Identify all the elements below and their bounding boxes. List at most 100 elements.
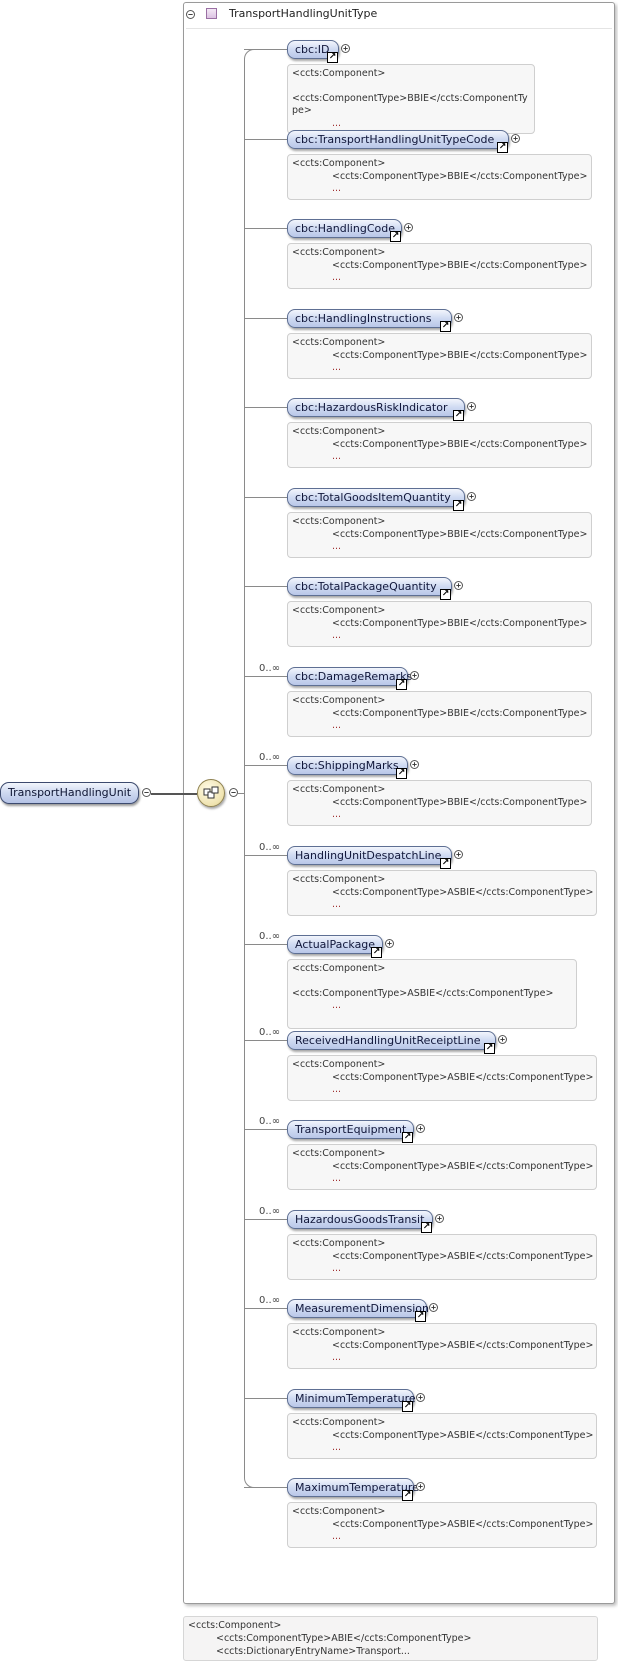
annotation-open-tag: <ccts:Component> [292,963,386,974]
element-annotation: <ccts:Component> <ccts:ComponentType>ASBI… [287,1502,597,1548]
arrow-link-icon[interactable]: ↗ [396,768,407,779]
plus-circle-icon[interactable]: + [404,223,413,232]
annotation-ellipsis: ... [332,117,342,129]
element-connector [244,586,287,587]
element-annotation: <ccts:Component> <ccts:ComponentType>BBIE… [287,64,535,134]
element-connector [244,1040,287,1041]
type-title: TransportHandlingUnitType [229,7,378,20]
arrow-link-icon[interactable]: ↗ [421,1222,432,1233]
annotation-component-type: <ccts:ComponentType>ASBIE</ccts:Componen… [332,1429,594,1441]
type-annotation-line-3: <ccts:DictionaryEntryName>Transport... [216,1646,410,1657]
annotation-open-tag: <ccts:Component> [292,426,386,437]
arrow-link-icon[interactable]: ↗ [497,142,508,153]
collapse-root-icon[interactable]: − [142,788,151,797]
element-handling-unit-despatch-line[interactable]: HandlingUnitDespatchLine [287,846,452,865]
annotation-spacer [292,976,572,988]
arrow-link-icon[interactable]: ↗ [453,500,464,511]
annotation-open-tag: <ccts:Component> [292,337,386,348]
annotation-ellipsis: ... [332,1084,342,1095]
arrow-link-icon[interactable]: ↗ [484,1043,495,1054]
annotation-component-type: <ccts:ComponentType>ASBIE</ccts:Componen… [332,886,594,898]
plus-circle-icon[interactable]: + [429,1303,438,1312]
arrow-link-icon[interactable]: ↗ [390,231,401,242]
root-element[interactable]: TransportHandlingUnit [0,782,140,804]
element-connector [244,407,287,408]
plus-circle-icon[interactable]: + [341,44,350,53]
plus-circle-icon[interactable]: + [385,939,394,948]
element-connector [244,944,287,945]
annotation-ellipsis: ... [332,1352,342,1363]
annotation-component-type: <ccts:ComponentType>BBIE</ccts:Component… [332,617,588,629]
plus-circle-icon[interactable]: + [416,1124,425,1133]
sequence-compositor-icon[interactable] [197,779,225,807]
element-connector [244,318,287,319]
element-hazardous-goods-transit[interactable]: HazardousGoodsTransit [287,1210,433,1229]
element-connector [244,1219,287,1220]
element-annotation: <ccts:Component> <ccts:ComponentType>ASBI… [287,870,597,916]
collapse-type-icon[interactable]: − [186,10,195,19]
element-connector [244,1129,287,1130]
element-received-handling-unit-receipt-line[interactable]: ReceivedHandlingUnitReceiptLine [287,1031,496,1050]
arrow-link-icon[interactable]: ↗ [415,1311,426,1322]
annotation-component-type: <ccts:ComponentType>BBIE</ccts:Component… [332,170,588,182]
annotation-ellipsis: ... [332,720,342,731]
annotation-ellipsis: ... [332,1173,342,1184]
element-maximum-temperature[interactable]: MaximumTemperature [287,1478,419,1497]
plus-circle-icon[interactable]: + [511,134,520,143]
element-transport-equipment[interactable]: TransportEquipment [287,1120,414,1139]
arrow-link-icon[interactable]: ↗ [402,1132,413,1143]
annotation-open-tag: <ccts:Component> [292,68,386,79]
element-cardinality: 0..∞ [259,1295,281,1306]
plus-circle-icon[interactable]: + [454,850,463,859]
element-shipping-marks[interactable]: cbc:ShippingMarks [287,756,408,775]
plus-circle-icon[interactable]: + [416,1393,425,1402]
element-annotation: <ccts:Component> <ccts:ComponentType>BBIE… [287,601,592,647]
annotation-component-type: <ccts:ComponentType>ASBIE</ccts:Componen… [332,1339,594,1351]
annotation-component-type: <ccts:ComponentType>BBIE</ccts:Component… [292,92,528,104]
element-measurement-dimension[interactable]: MeasurementDimension [287,1299,429,1318]
element-connector [244,49,287,50]
element-hazardous-risk-indicator[interactable]: cbc:HazardousRiskIndicator [287,398,465,417]
plus-circle-icon[interactable]: + [416,1482,425,1491]
annotation-ellipsis: ... [332,1000,342,1011]
arrow-link-icon[interactable]: ↗ [453,410,464,421]
plus-circle-icon[interactable]: + [435,1214,444,1223]
collapse-sequence-icon[interactable]: − [229,788,238,797]
element-handling-instructions[interactable]: cbc:HandlingInstructions [287,309,452,328]
element-annotation: <ccts:Component> <ccts:ComponentType>BBIE… [287,691,592,737]
plus-circle-icon[interactable]: + [498,1035,507,1044]
element-total-goods-item-quantity[interactable]: cbc:TotalGoodsItemQuantity [287,488,465,507]
arrow-link-icon[interactable]: ↗ [402,1490,413,1501]
type-annotation-line-1: <ccts:Component> [188,1620,282,1631]
annotation-component-type: <ccts:ComponentType>BBIE</ccts:Component… [332,438,588,450]
element-connector [244,228,287,229]
element-total-package-quantity[interactable]: cbc:TotalPackageQuantity [287,577,452,596]
plus-circle-icon[interactable]: + [454,313,463,322]
arrow-link-icon[interactable]: ↗ [440,589,451,600]
plus-circle-icon[interactable]: + [454,581,463,590]
arrow-link-icon[interactable]: ↗ [402,1401,413,1412]
plus-circle-icon[interactable]: + [410,671,419,680]
arrow-link-icon[interactable]: ↗ [371,947,382,958]
element-annotation: <ccts:Component> <ccts:ComponentType>BBIE… [287,154,592,200]
arrow-link-icon[interactable]: ↗ [440,321,451,332]
annotation-ellipsis: ... [332,183,342,194]
arrow-link-icon[interactable]: ↗ [440,858,451,869]
element-minimum-temperature[interactable]: MinimumTemperature [287,1389,416,1408]
element-annotation: <ccts:Component> <ccts:ComponentType>ASBI… [287,959,577,1029]
annotation-open-tag: <ccts:Component> [292,247,386,258]
plus-circle-icon[interactable]: + [467,402,476,411]
type-annotation-line-2: <ccts:ComponentType>ABIE</ccts:Component… [216,1633,472,1644]
element-actual-package[interactable]: ActualPackage [287,935,383,954]
arrow-link-icon[interactable]: ↗ [396,679,407,690]
annotation-component-type: <ccts:ComponentType>ASBIE</ccts:Componen… [332,1071,594,1083]
plus-circle-icon[interactable]: + [410,760,419,769]
element-transport-handling-unit-type-code[interactable]: cbc:TransportHandlingUnitTypeCode [287,130,509,149]
element-handling-code[interactable]: cbc:HandlingCode [287,219,402,238]
annotation-ellipsis: ... [332,1263,342,1274]
plus-circle-icon[interactable]: + [467,492,476,501]
element-damage-remarks[interactable]: cbc:DamageRemarks [287,667,412,686]
arrow-link-icon[interactable]: ↗ [327,52,338,63]
annotation-open-tag: <ccts:Component> [292,784,386,795]
annotation-ellipsis: ... [332,809,342,820]
